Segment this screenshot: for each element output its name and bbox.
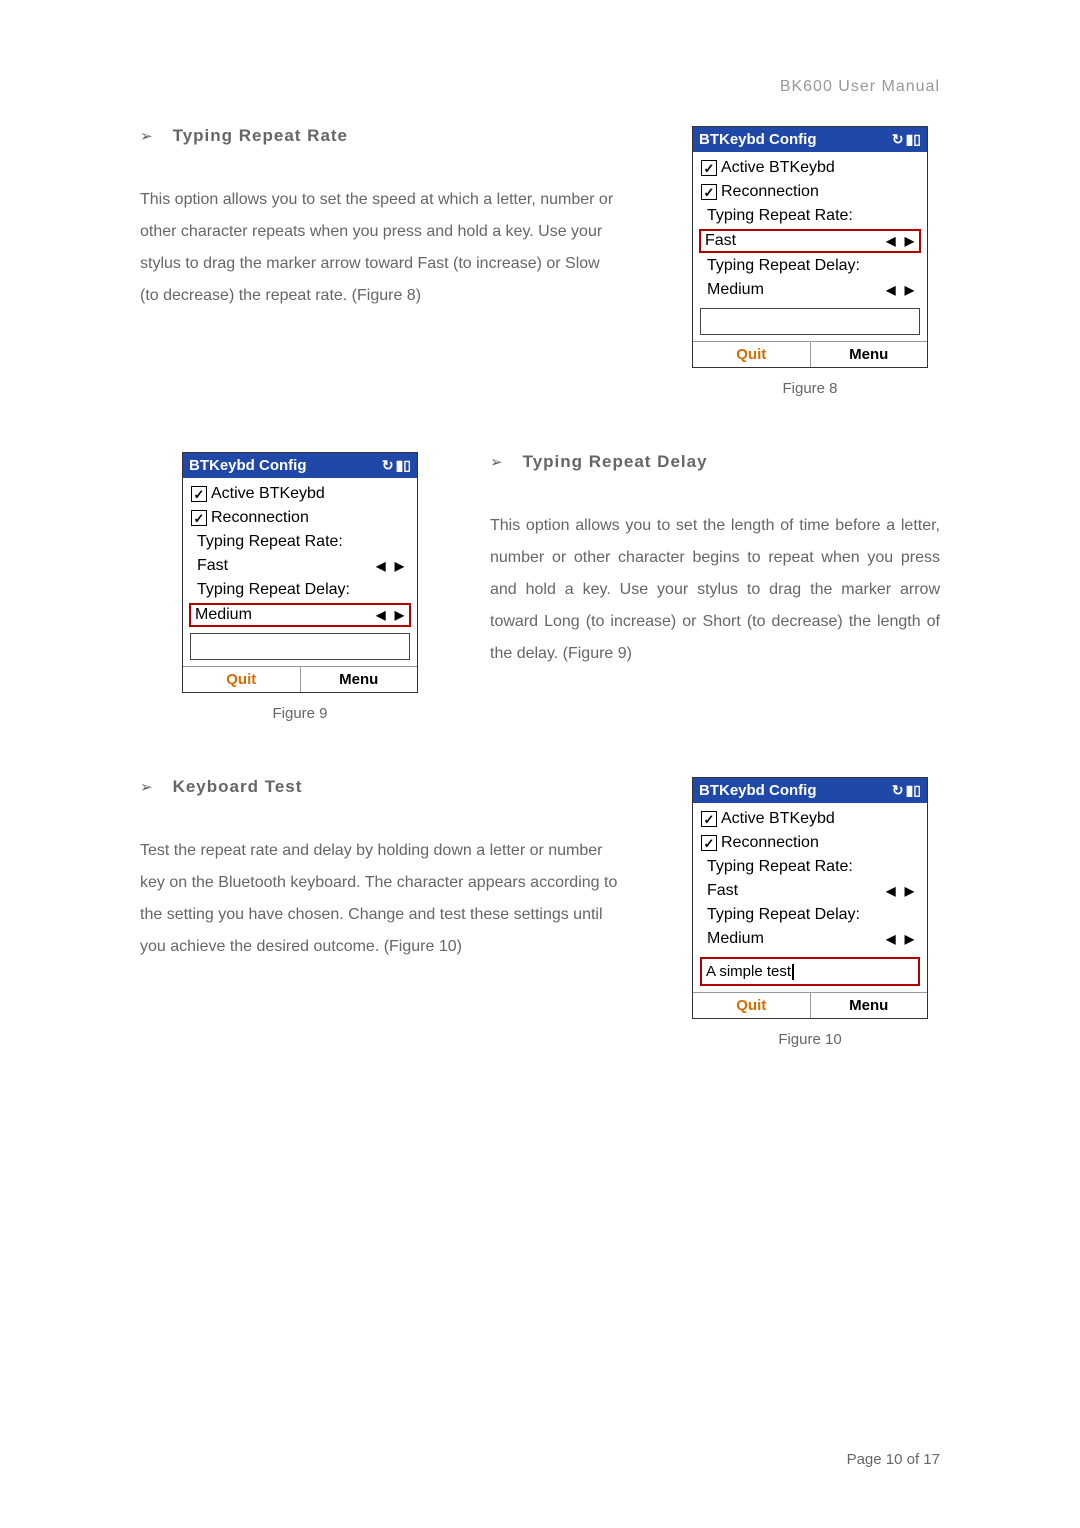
body-delay: This option allows you to set the length… (490, 510, 940, 670)
signal-icon: ▮▯ (396, 457, 411, 474)
reconnection-label: Reconnection (211, 509, 309, 527)
reconnection-label: Reconnection (721, 834, 819, 852)
checkbox-checked-icon[interactable]: ✓ (701, 184, 717, 200)
reconnection-row[interactable]: ✓ Reconnection (699, 180, 921, 204)
rate-selector[interactable]: Fast ◀ ▶ (699, 229, 921, 253)
quit-button[interactable]: Quit (183, 667, 301, 692)
checkbox-checked-icon[interactable]: ✓ (701, 160, 717, 176)
section-typing-repeat-delay: BTKeybd Config ↻ ▮▯ ✓ Active BTKeybd ✓ R… (140, 452, 940, 722)
rate-value: Fast (705, 232, 736, 250)
signal-icon: ▮▯ (906, 131, 921, 148)
active-btkeybd-row[interactable]: ✓ Active BTKeybd (189, 482, 411, 506)
menu-button[interactable]: Menu (811, 993, 928, 1018)
bullet-triangle-icon: ➢ (140, 778, 153, 796)
left-right-arrows-icon[interactable]: ◀ ▶ (886, 283, 917, 297)
test-input-value: A simple test (706, 963, 791, 980)
text-cursor-icon (792, 964, 794, 980)
checkbox-checked-icon[interactable]: ✓ (701, 835, 717, 851)
delay-value: Medium (707, 281, 764, 299)
body-rate: This option allows you to set the speed … (140, 184, 620, 312)
titlebar-status-icons: ↻ ▮▯ (892, 782, 921, 799)
rate-value: Fast (707, 882, 738, 900)
delay-selector[interactable]: Medium ◀ ▶ (699, 927, 921, 951)
heading-test: Keyboard Test (173, 777, 303, 797)
delay-value: Medium (707, 930, 764, 948)
rate-label: Typing Repeat Rate: (189, 530, 411, 554)
delay-selector[interactable]: Medium ◀ ▶ (189, 603, 411, 627)
checkbox-checked-icon[interactable]: ✓ (701, 811, 717, 827)
sync-icon: ↻ (892, 131, 904, 148)
section-keyboard-test: ➢ Keyboard Test Test the repeat rate and… (140, 777, 940, 1048)
figure-10-phone: BTKeybd Config ↻ ▮▯ ✓ Active BTKeybd ✓ R… (692, 777, 928, 1019)
delay-label: Typing Repeat Delay: (189, 578, 411, 602)
figure-10-caption: Figure 10 (778, 1031, 841, 1048)
active-btkeybd-label: Active BTKeybd (721, 810, 835, 828)
document-header: BK600 User Manual (140, 78, 940, 96)
bullet-triangle-icon: ➢ (140, 127, 153, 145)
quit-button[interactable]: Quit (693, 342, 811, 367)
reconnection-row[interactable]: ✓ Reconnection (189, 506, 411, 530)
checkbox-checked-icon[interactable]: ✓ (191, 486, 207, 502)
phone-titlebar: BTKeybd Config ↻ ▮▯ (693, 127, 927, 152)
test-input[interactable] (190, 633, 410, 660)
active-btkeybd-row[interactable]: ✓ Active BTKeybd (699, 156, 921, 180)
figure-8-caption: Figure 8 (782, 380, 837, 397)
titlebar-status-icons: ↻ ▮▯ (892, 131, 921, 148)
phone-titlebar: BTKeybd Config ↻ ▮▯ (183, 453, 417, 478)
delay-label: Typing Repeat Delay: (699, 254, 921, 278)
sync-icon: ↻ (892, 782, 904, 799)
delay-selector[interactable]: Medium ◀ ▶ (699, 278, 921, 302)
figure-9-caption: Figure 9 (272, 705, 327, 722)
rate-label: Typing Repeat Rate: (699, 855, 921, 879)
left-right-arrows-icon[interactable]: ◀ ▶ (376, 559, 407, 573)
signal-icon: ▮▯ (906, 782, 921, 799)
figure-8-phone: BTKeybd Config ↻ ▮▯ ✓ Active BTKeybd ✓ R… (692, 126, 928, 368)
phone-title: BTKeybd Config (699, 782, 817, 799)
phone-title: BTKeybd Config (699, 131, 817, 148)
menu-button[interactable]: Menu (301, 667, 418, 692)
menu-button[interactable]: Menu (811, 342, 928, 367)
heading-delay: Typing Repeat Delay (523, 452, 708, 472)
phone-title: BTKeybd Config (189, 457, 307, 474)
rate-selector[interactable]: Fast ◀ ▶ (699, 879, 921, 903)
left-right-arrows-icon[interactable]: ◀ ▶ (376, 608, 407, 622)
rate-selector[interactable]: Fast ◀ ▶ (189, 554, 411, 578)
rate-label: Typing Repeat Rate: (699, 204, 921, 228)
bullet-triangle-icon: ➢ (490, 453, 503, 471)
checkbox-checked-icon[interactable]: ✓ (191, 510, 207, 526)
phone-titlebar: BTKeybd Config ↻ ▮▯ (693, 778, 927, 803)
left-right-arrows-icon[interactable]: ◀ ▶ (886, 884, 917, 898)
section-typing-repeat-rate: ➢ Typing Repeat Rate This option allows … (140, 126, 940, 397)
active-btkeybd-row[interactable]: ✓ Active BTKeybd (699, 807, 921, 831)
quit-button[interactable]: Quit (693, 993, 811, 1018)
test-input[interactable] (700, 308, 920, 335)
reconnection-label: Reconnection (721, 183, 819, 201)
delay-value: Medium (195, 606, 252, 624)
rate-value: Fast (197, 557, 228, 575)
page-number: Page 10 of 17 (847, 1451, 940, 1468)
left-right-arrows-icon[interactable]: ◀ ▶ (886, 234, 917, 248)
sync-icon: ↻ (382, 457, 394, 474)
active-btkeybd-label: Active BTKeybd (211, 485, 325, 503)
left-right-arrows-icon[interactable]: ◀ ▶ (886, 932, 917, 946)
figure-9-phone: BTKeybd Config ↻ ▮▯ ✓ Active BTKeybd ✓ R… (182, 452, 418, 693)
titlebar-status-icons: ↻ ▮▯ (382, 457, 411, 474)
body-test: Test the repeat rate and delay by holdin… (140, 835, 620, 963)
reconnection-row[interactable]: ✓ Reconnection (699, 831, 921, 855)
delay-label: Typing Repeat Delay: (699, 903, 921, 927)
active-btkeybd-label: Active BTKeybd (721, 159, 835, 177)
heading-rate: Typing Repeat Rate (173, 126, 348, 146)
test-input[interactable]: A simple test (700, 957, 920, 986)
